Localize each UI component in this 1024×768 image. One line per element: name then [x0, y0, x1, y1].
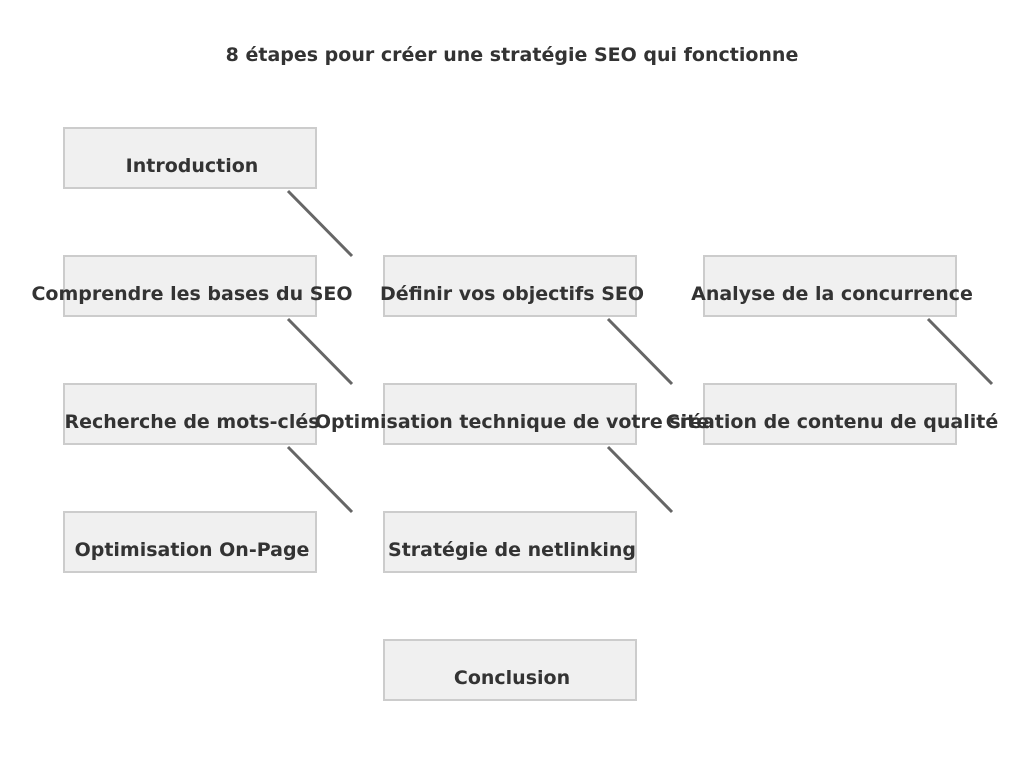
- label-on-page: Optimisation On-Page: [74, 539, 310, 561]
- label-bases: Comprendre les bases du SEO: [31, 283, 353, 305]
- label-mots-cles: Recherche de mots-clés: [64, 411, 320, 433]
- label-contenu: Création de contenu de qualité: [665, 411, 999, 433]
- label-objectifs: Définir vos objectifs SEO: [379, 283, 645, 305]
- edge-technique: [606, 445, 674, 514]
- label-concurrence: Analyse de la concurrence: [691, 283, 973, 305]
- edge-introduction: [286, 189, 354, 258]
- edge-bases: [286, 317, 354, 386]
- label-netlinking: Stratégie de netlinking: [388, 539, 636, 561]
- label-introduction: Introduction: [125, 155, 259, 177]
- label-conclusion: Conclusion: [453, 667, 571, 689]
- edge-concurrence: [926, 317, 994, 386]
- label-technique: Optimisation technique de votre site: [314, 411, 710, 433]
- edge-mots-cles: [286, 445, 354, 514]
- edge-objectifs: [606, 317, 674, 386]
